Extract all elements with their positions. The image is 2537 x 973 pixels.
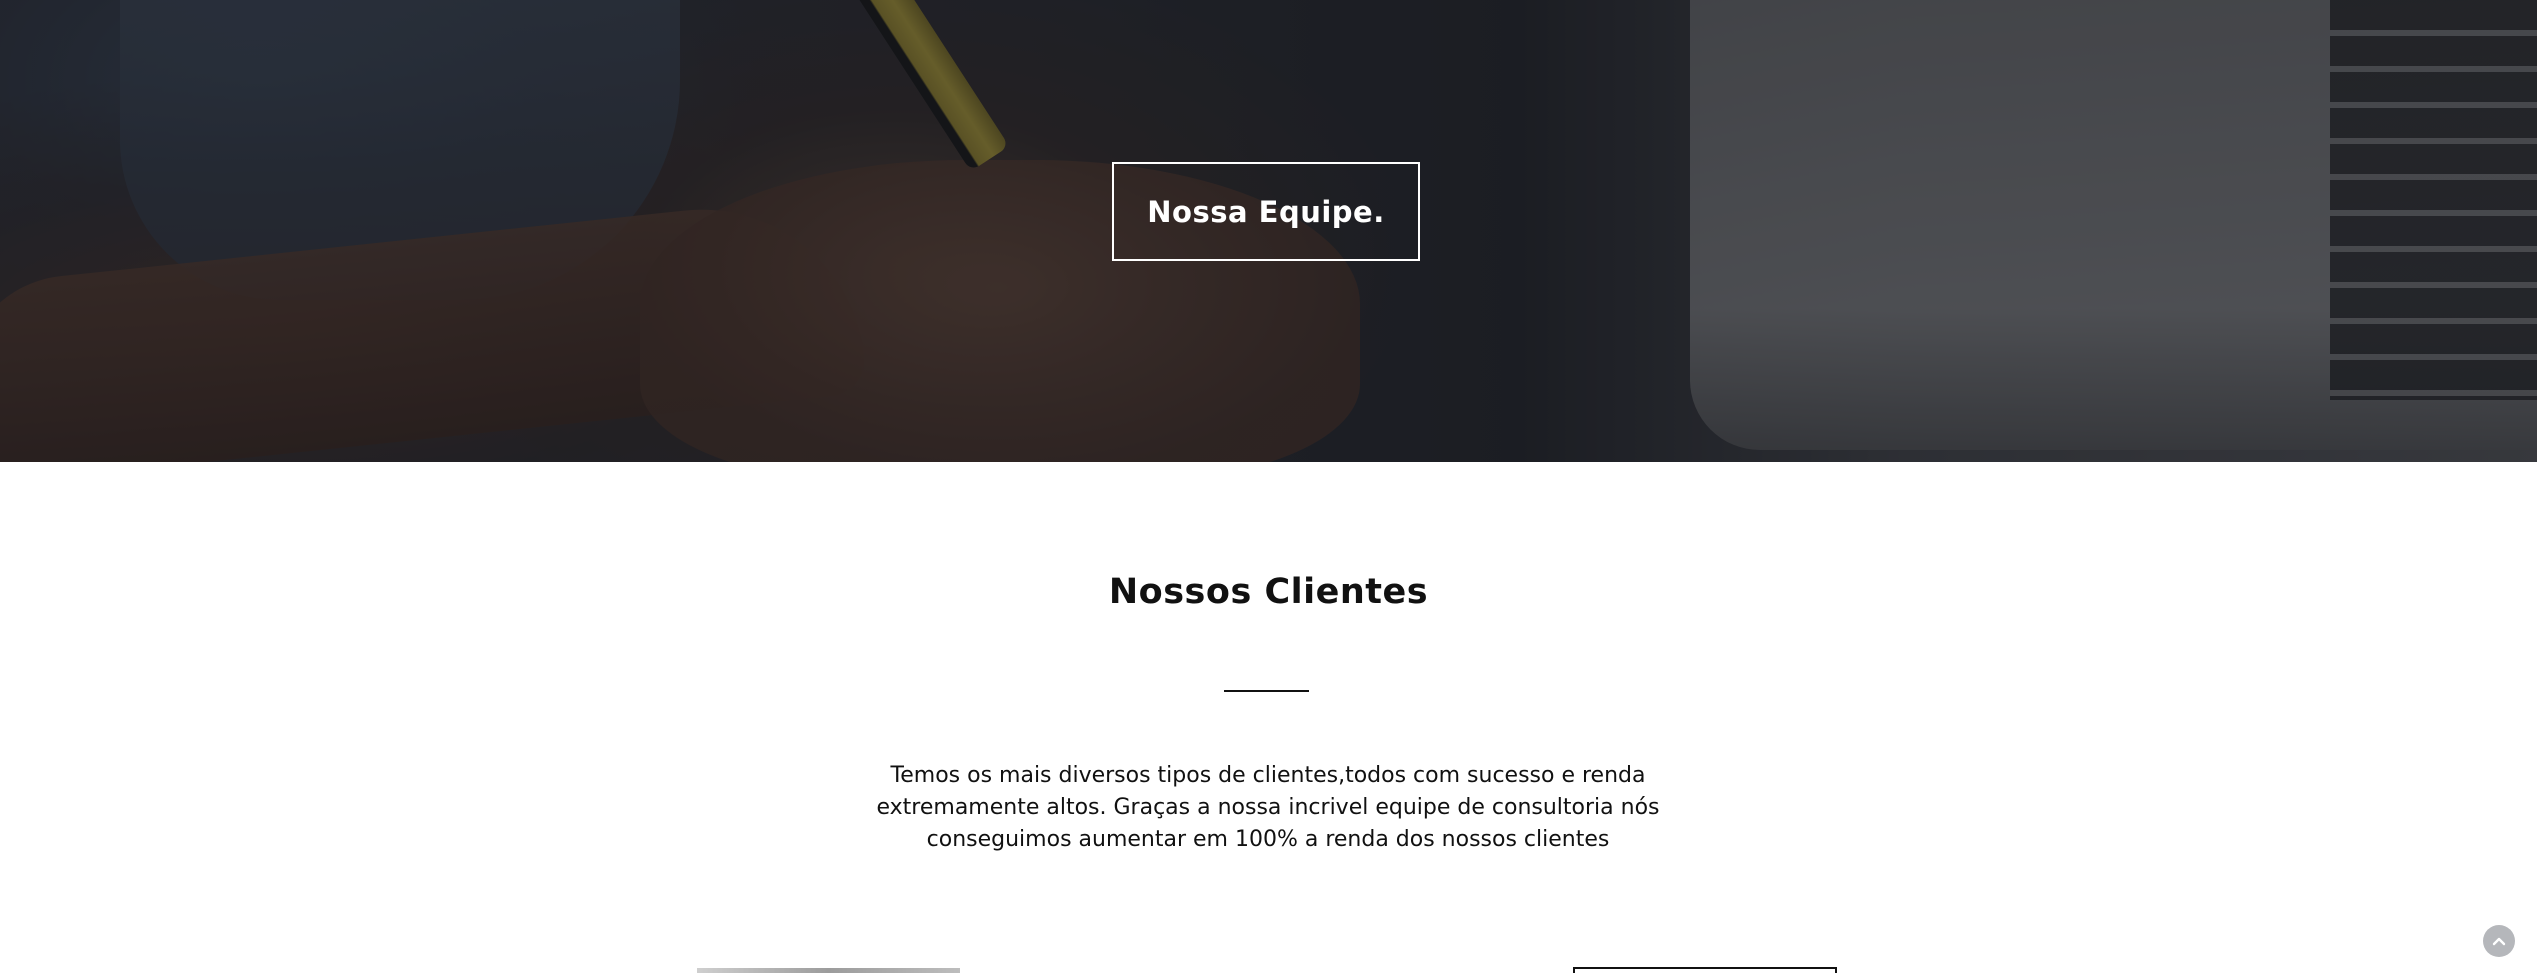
chevron-up-icon [2492,936,2506,946]
section-title: Nossos Clientes [1108,572,1429,612]
hero-banner: Nossa Equipe. [0,0,2537,462]
client-card-outlined [1573,967,1837,973]
section-description: Temos os mais diversos tipos de clientes… [876,763,1660,852]
team-button[interactable]: Nossa Equipe. [1112,162,1420,261]
title-divider [1224,690,1309,692]
client-card-image [697,968,960,973]
scroll-to-top-button[interactable] [2483,925,2515,957]
